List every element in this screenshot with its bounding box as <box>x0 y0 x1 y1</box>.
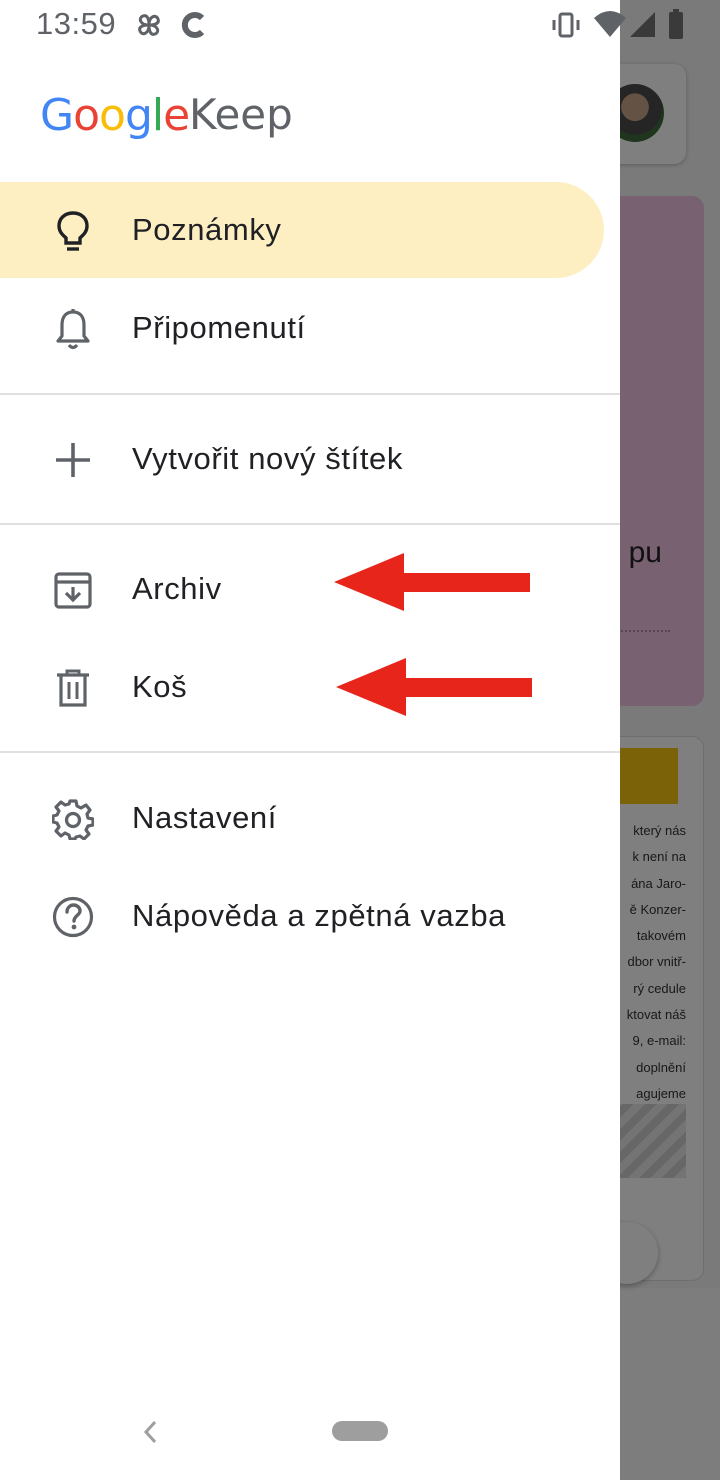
c-app-icon <box>181 12 205 38</box>
logo-letter: o <box>73 90 100 141</box>
menu-item-label: Připomenutí <box>132 310 306 345</box>
status-time: 13:59 <box>36 6 117 41</box>
menu-item-help-feedback[interactable]: Nápověda a zpětná vazba <box>0 868 604 964</box>
menu-item-label: Nápověda a zpětná vazba <box>132 898 507 933</box>
menu-item-create-label[interactable]: Vytvořit nový štítek <box>0 411 604 507</box>
gear-icon <box>52 798 94 840</box>
lightbulb-icon <box>52 210 94 252</box>
menu-item-label: Koš <box>132 669 188 704</box>
plus-icon <box>52 439 94 481</box>
bell-icon <box>52 308 94 350</box>
menu-item-label: Vytvořit nový štítek <box>132 441 403 476</box>
battery-icon <box>669 9 683 39</box>
menu-item-label: Archiv <box>132 571 222 606</box>
archive-icon <box>52 569 94 611</box>
signal-icon <box>630 12 655 37</box>
menu-item-reminders[interactable]: Připomenutí <box>0 280 604 376</box>
pinwheel-icon <box>138 14 160 36</box>
back-chevron-icon[interactable] <box>140 1414 160 1450</box>
logo-product-name: Keep <box>189 90 293 139</box>
navigation-drawer: 13:59 Google Keep Poznámky Připomenutí V… <box>0 0 626 1480</box>
wifi-icon <box>594 11 626 37</box>
logo-letter: o <box>99 90 126 141</box>
annotation-arrow-trash <box>336 658 532 716</box>
menu-item-label: Poznámky <box>132 212 282 247</box>
logo-letter: g <box>124 90 153 141</box>
vibrate-icon <box>552 12 580 38</box>
menu-item-notes[interactable]: Poznámky <box>0 182 604 278</box>
logo-letter: e <box>163 90 190 141</box>
menu-item-settings[interactable]: Nastavení <box>0 770 604 866</box>
annotation-arrow-archive <box>334 553 530 611</box>
logo-google-wordmark: Google <box>40 90 190 141</box>
logo-letter: G <box>40 90 74 141</box>
trash-icon <box>52 667 94 709</box>
menu-divider <box>0 393 620 395</box>
menu-divider <box>0 523 620 525</box>
help-icon <box>52 896 94 938</box>
home-pill[interactable] <box>332 1421 388 1441</box>
logo-letter: l <box>151 90 164 141</box>
menu-item-label: Nastavení <box>132 800 277 835</box>
menu-divider <box>0 751 620 753</box>
